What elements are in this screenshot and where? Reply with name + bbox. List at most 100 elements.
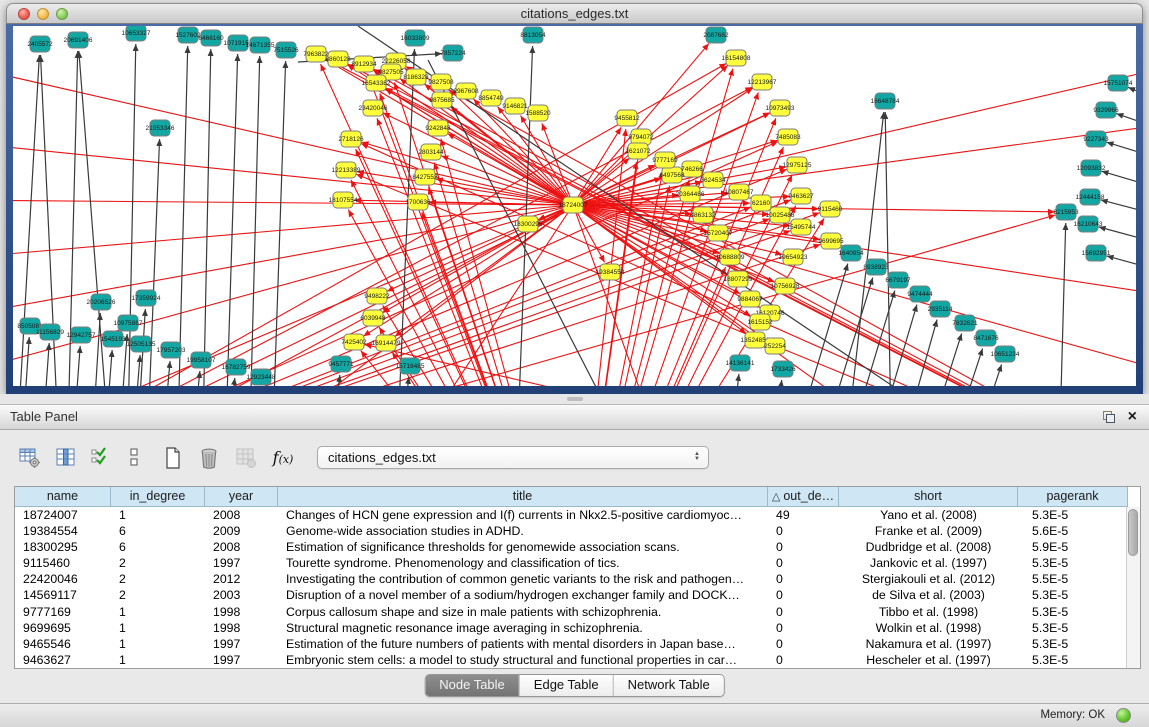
network-edge[interactable] [573,92,758,386]
network-node[interactable]: 12923448 [247,369,276,385]
table-cell[interactable]: 1 [111,620,205,636]
network-node[interactable]: 1640954 [838,245,864,261]
network-node[interactable]: 1588520 [525,105,551,121]
network-node[interactable]: 20206526 [87,294,116,310]
network-node[interactable]: 8854749 [478,90,504,106]
table-cell[interactable]: 9465546 [15,636,111,652]
table-cell[interactable]: 0 [768,571,839,587]
network-node[interactable]: 12444158 [1076,189,1105,205]
network-node[interactable]: 12213389 [332,162,361,178]
table-cell[interactable]: 6 [111,539,205,555]
network-edge[interactable] [357,172,573,205]
table-cell[interactable]: 2012 [205,571,278,587]
table-cell[interactable]: 0 [768,652,839,668]
network-node[interactable]: 7515526 [273,42,299,58]
network-edge[interactable] [383,205,573,313]
table-cell[interactable]: 6 [111,523,205,539]
network-node[interactable]: 9827508 [428,74,454,90]
tab-network-table[interactable]: Network Table [614,675,724,696]
table-cell[interactable]: 2003 [205,587,278,603]
network-node[interactable]: 7425402 [341,334,367,350]
network-node[interactable]: 9242848 [425,120,451,136]
network-node[interactable]: 15751074 [1104,75,1133,91]
network-node[interactable]: 9875685 [429,92,455,108]
table-row[interactable]: 977716911998Corpus callosum shape and si… [15,604,1140,620]
network-node[interactable]: 1527602 [175,27,201,43]
network-edge[interactable] [776,380,782,386]
table-cell[interactable]: 0 [768,604,839,620]
table-cell[interactable]: 1998 [205,620,278,636]
table-cell[interactable]: de Silva et al. (2003) [839,587,1018,603]
network-node[interactable]: 20691406 [64,32,93,48]
network-node[interactable]: 1615152 [747,314,773,330]
table-cell[interactable]: 1997 [205,652,278,668]
network-node[interactable]: 8215953 [1053,204,1079,220]
network-node[interactable]: 9474444 [907,286,933,302]
network-node[interactable]: 6497568 [659,167,685,183]
panel-splitter[interactable] [0,394,1149,404]
table-cell[interactable]: 2009 [205,523,278,539]
network-node[interactable]: 9884067 [737,291,763,307]
network-edge[interactable] [226,54,238,386]
minimize-window-button[interactable] [37,8,49,20]
zoom-window-button[interactable] [56,8,68,20]
table-cell[interactable]: 2 [111,587,205,603]
network-node[interactable]: 9699695 [818,233,844,249]
network-node[interactable]: 14671355 [246,37,275,53]
network-node[interactable]: 2718126 [338,131,364,147]
table-row[interactable]: 969969511998Structural magnetic resonanc… [15,620,1140,636]
network-node[interactable]: 12975125 [783,157,812,173]
table-cell[interactable]: Estimation of the future numbers of pati… [278,636,768,652]
network-node[interactable]: 10973493 [766,100,795,116]
table-cell[interactable]: Embryonic stem cells: a model to study s… [278,652,768,668]
network-edge[interactable] [733,374,739,386]
table-cell[interactable]: 1 [111,507,205,523]
network-node[interactable]: 12213967 [748,74,777,90]
table-cell[interactable]: 14569117 [15,587,111,603]
table-cell[interactable]: Nakamura et al. (1997) [839,636,1018,652]
citation-network-graph[interactable]: 1872400718300295193845547963822886012889… [13,26,1136,386]
network-node[interactable]: 17957203 [157,342,186,358]
table-cell[interactable]: 0 [768,555,839,571]
network-edge[interactable] [1102,171,1136,188]
network-node[interactable]: 6466160 [198,30,224,46]
network-node[interactable]: 17359924 [132,290,161,306]
table-cell[interactable]: 22420046 [15,571,111,587]
table-cell[interactable]: Stergiakouli et al. (2012) [839,571,1018,587]
network-node[interactable]: 2405572 [27,36,53,52]
close-window-button[interactable] [18,8,30,20]
table-cell[interactable]: 5.3E-5 [1018,604,1128,620]
row-height-button[interactable] [124,444,151,471]
import-table-button-disabled[interactable] [232,444,259,471]
network-node[interactable]: 16782759 [222,359,251,375]
table-cell[interactable]: 5.3E-5 [1018,507,1128,523]
table-cell[interactable]: 0 [768,620,839,636]
network-edge[interactable] [1116,114,1136,128]
network-edge[interactable] [229,378,235,386]
scrollbar-thumb[interactable] [1128,509,1138,556]
table-cell[interactable]: 18300295 [15,539,111,555]
network-node[interactable]: 2087682 [703,27,729,43]
network-node[interactable]: 9115460 [818,201,843,217]
network-node[interactable]: 10651234 [991,346,1020,362]
memory-status-indicator[interactable] [1116,708,1131,723]
table-cell[interactable]: 19384554 [15,523,111,539]
network-node[interactable]: 8912934 [351,56,377,72]
network-edge[interactable] [93,313,100,386]
column-header-out_de[interactable]: △out_de… [768,487,839,507]
table-cell[interactable]: 18724007 [15,507,111,523]
network-node[interactable]: 62160 [751,195,771,211]
table-cell[interactable]: Corpus callosum shape and size in male p… [278,604,768,620]
table-cell[interactable]: 1 [111,636,205,652]
network-edge[interactable] [573,267,726,386]
table-cell[interactable]: Hescheler et al. (1997) [839,652,1018,668]
table-row[interactable]: 2242004622012Investigating the contribut… [15,571,1140,587]
table-cell[interactable]: 0 [768,523,839,539]
network-node[interactable]: 18107554 [329,192,358,208]
column-header-year[interactable]: year [205,487,278,507]
network-edge[interactable] [906,320,937,386]
network-edge[interactable] [434,163,573,386]
network-node[interactable]: 16033809 [401,30,430,46]
table-cell[interactable]: 5.6E-5 [1018,523,1128,539]
network-edge[interactable] [38,205,573,386]
